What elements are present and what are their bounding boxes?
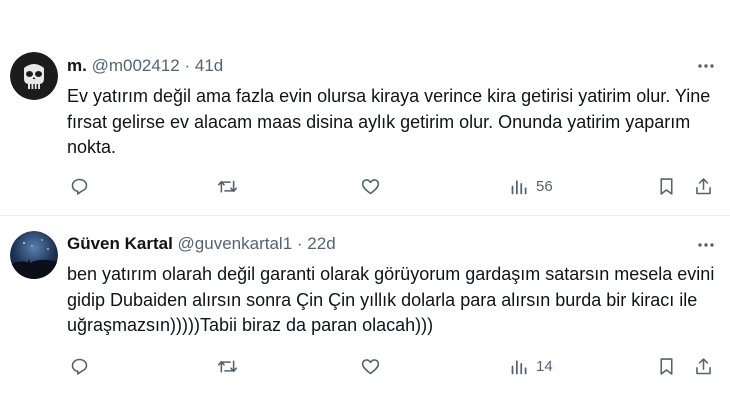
separator-dot: · <box>296 234 303 253</box>
repost-icon <box>217 359 238 373</box>
share-icon <box>696 357 711 374</box>
more-options-button[interactable] <box>696 56 716 76</box>
view-count: 14 <box>536 357 553 375</box>
avatar[interactable] <box>10 52 58 100</box>
bookmark-icon <box>660 177 673 195</box>
bookmark-icon <box>660 357 673 375</box>
like-button[interactable] <box>360 174 381 198</box>
bookmark-button[interactable] <box>656 174 677 198</box>
avatar[interactable] <box>10 231 58 279</box>
tweet-text: Ev yatırım değil ama fazla evin olursa k… <box>67 86 711 157</box>
skull-emblem-avatar-icon <box>10 52 58 100</box>
views-button[interactable]: 14 <box>509 354 553 378</box>
view-count: 56 <box>536 177 553 195</box>
share-button[interactable] <box>693 174 714 198</box>
tweet-text: ben yatırım olarah değil garanti olarak … <box>67 264 715 335</box>
repost-icon <box>217 179 238 193</box>
share-button[interactable] <box>693 354 714 378</box>
display-name[interactable]: m. <box>67 56 87 75</box>
tweet-header: Güven Kartal @guvenkartal1 · 22d <box>67 234 336 254</box>
timestamp[interactable]: 41d <box>195 56 223 75</box>
tweet[interactable]: Güven Kartal @guvenkartal1 · 22d ben yat… <box>0 217 730 420</box>
heart-icon <box>361 178 380 194</box>
analytics-bars-icon <box>511 359 527 374</box>
user-handle[interactable]: @m002412 <box>92 56 180 75</box>
timestamp[interactable]: 22d <box>307 234 335 253</box>
action-bar: 56 <box>0 174 730 198</box>
reply-button[interactable] <box>69 354 90 378</box>
more-dots-icon <box>698 243 714 247</box>
separator-dot: · <box>184 56 191 75</box>
repost-button[interactable] <box>217 354 238 378</box>
reply-icon <box>71 358 88 375</box>
share-icon <box>696 177 711 194</box>
user-handle[interactable]: @guvenkartal1 <box>178 234 293 253</box>
display-name[interactable]: Güven Kartal <box>67 234 173 253</box>
heart-icon <box>361 358 380 374</box>
bookmark-button[interactable] <box>656 354 677 378</box>
reply-icon <box>71 178 88 195</box>
tweet-header: m. @m002412 · 41d <box>67 56 223 76</box>
tweet[interactable]: m. @m002412 · 41d Ev yatırım değil ama f… <box>0 36 730 216</box>
views-button[interactable]: 56 <box>509 174 553 198</box>
divider <box>0 215 730 216</box>
repost-button[interactable] <box>217 174 238 198</box>
night-sky-avatar-icon <box>10 231 58 279</box>
like-button[interactable] <box>360 354 381 378</box>
analytics-bars-icon <box>511 179 527 194</box>
reply-button[interactable] <box>69 174 90 198</box>
more-dots-icon <box>698 64 714 68</box>
action-bar: 14 <box>0 354 730 378</box>
more-options-button[interactable] <box>696 235 716 255</box>
